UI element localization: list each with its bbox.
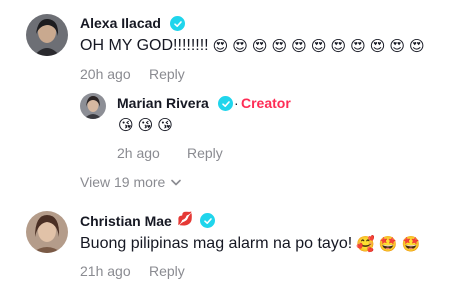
heart-eyes-emoji: 😍 bbox=[369, 37, 386, 55]
heart-eyes-emoji: 😍 bbox=[271, 37, 288, 55]
heart-eyes-emoji: 😍 bbox=[291, 37, 307, 55]
comment-username[interactable]: Alexa Ilacad bbox=[80, 15, 161, 31]
heart-eyes-emoji: 😍 bbox=[310, 37, 327, 55]
comment-timestamp: 21h ago bbox=[80, 263, 131, 279]
verified-badge-icon bbox=[200, 213, 215, 228]
comment-text-body: Buong pilipinas mag alarm na po tayo! bbox=[80, 235, 353, 252]
avatar-alexa[interactable] bbox=[26, 14, 68, 56]
comment-text: Buong pilipinas mag alarm na po tayo! 🥰 … bbox=[80, 235, 420, 253]
reply-button[interactable]: Reply bbox=[187, 145, 223, 161]
reply-text: 😘 😘 😘 bbox=[114, 116, 173, 134]
heart-eyes-emoji: 😍 bbox=[330, 37, 347, 55]
view-more-replies-button[interactable]: View 19 more bbox=[80, 174, 182, 190]
comment-timestamp: 20h ago bbox=[80, 66, 131, 82]
kiss-mark-emoji: 💋 bbox=[177, 212, 194, 227]
reply-timestamp: 2h ago bbox=[117, 145, 160, 161]
reply-button[interactable]: Reply bbox=[149, 263, 185, 279]
reply-username[interactable]: Marian Rivera bbox=[117, 95, 209, 111]
verified-badge-icon bbox=[170, 16, 185, 31]
heart-eyes-emoji: 😍 bbox=[389, 37, 406, 55]
comment-username[interactable]: Christian Mae bbox=[80, 213, 172, 229]
star-struck-emoji: 🤩 bbox=[401, 235, 421, 253]
heart-eyes-emoji: 😍 bbox=[409, 37, 425, 55]
creator-badge: Creator bbox=[241, 95, 291, 111]
comment-text: OH MY GOD!!!!!!!! 😍 😍 😍 😍 😍 😍 😍 😍 😍 😍 😍 bbox=[80, 37, 425, 55]
view-more-label: View 19 more bbox=[80, 174, 166, 190]
verified-badge-icon bbox=[218, 96, 233, 111]
heart-eyes-emoji: 😍 bbox=[232, 37, 248, 55]
kissing-heart-emoji: 😘 bbox=[118, 116, 134, 134]
reply-button[interactable]: Reply bbox=[149, 66, 185, 82]
heart-eyes-emoji: 😍 bbox=[350, 37, 366, 55]
heart-eyes-emoji: 😍 bbox=[212, 37, 229, 55]
heart-eyes-emoji: 😍 bbox=[251, 37, 268, 55]
star-struck-emoji: 🤩 bbox=[378, 235, 398, 253]
chevron-down-icon bbox=[171, 179, 182, 185]
avatar-marian[interactable] bbox=[80, 93, 106, 119]
avatar-christian[interactable] bbox=[26, 211, 68, 253]
separator-dot: · bbox=[234, 95, 239, 111]
kissing-heart-emoji: 😘 bbox=[157, 116, 173, 134]
comment-text-body: OH MY GOD!!!!!!!! bbox=[80, 37, 209, 54]
smiling-hearts-emoji: 🥰 bbox=[356, 235, 375, 253]
kissing-heart-emoji: 😘 bbox=[137, 116, 154, 134]
